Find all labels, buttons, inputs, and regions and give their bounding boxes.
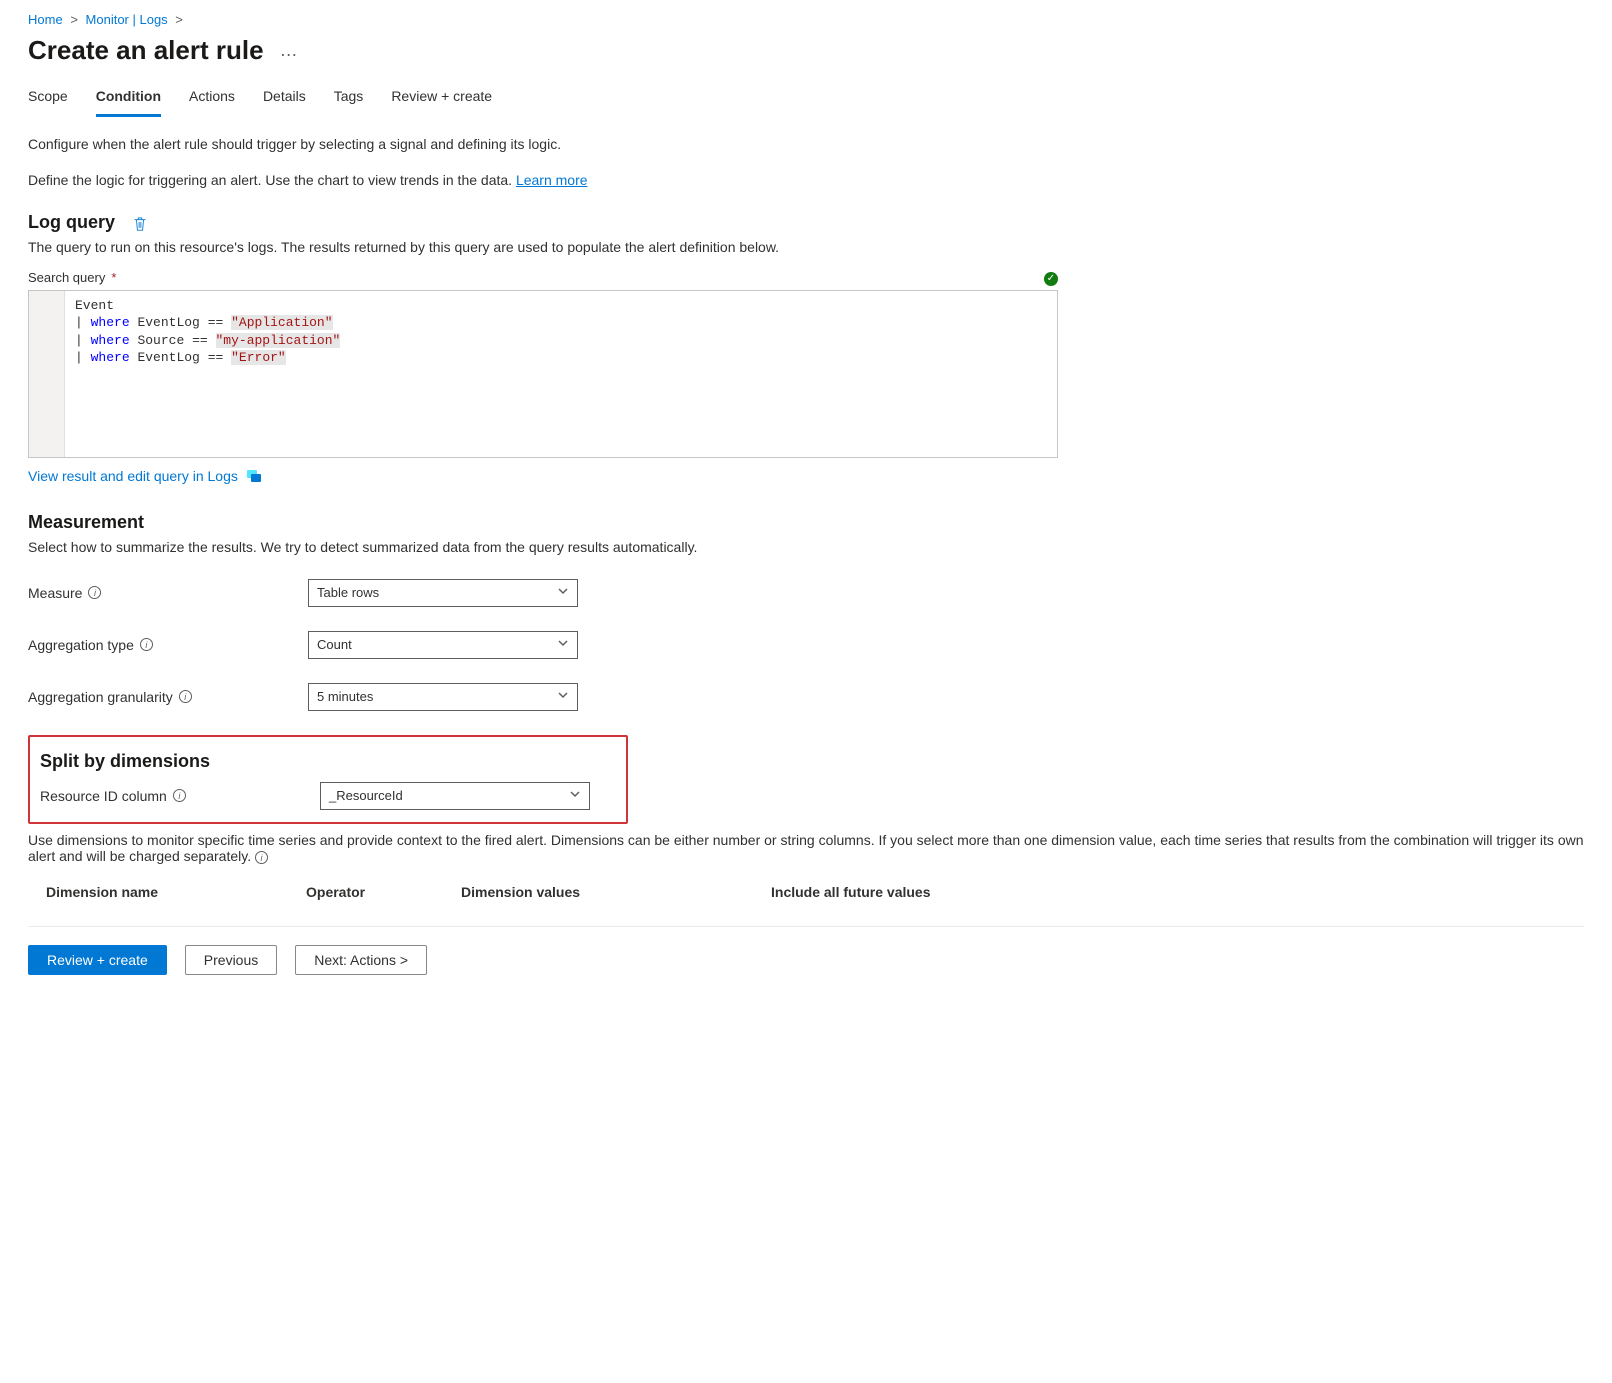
footer-bar: Review + create Previous Next: Actions > bbox=[28, 926, 1584, 975]
search-query-editor[interactable]: Event | where EventLog == "Application" … bbox=[28, 290, 1058, 458]
breadcrumb-monitor-logs[interactable]: Monitor | Logs bbox=[86, 12, 168, 27]
code-pipe: | bbox=[75, 333, 83, 348]
review-create-button[interactable]: Review + create bbox=[28, 945, 167, 975]
code-ident: EventLog bbox=[137, 315, 199, 330]
delete-query-icon[interactable] bbox=[133, 216, 147, 235]
condition-intro-1: Configure when the alert rule should tri… bbox=[28, 135, 1584, 155]
breadcrumb-sep: > bbox=[70, 12, 78, 27]
aggregation-type-value: Count bbox=[317, 637, 352, 652]
col-include-future: Include all future values bbox=[771, 884, 931, 900]
log-query-description: The query to run on this resource's logs… bbox=[28, 239, 1058, 255]
dimensions-table-header: Dimension name Operator Dimension values… bbox=[28, 884, 1584, 900]
info-icon[interactable]: i bbox=[173, 789, 186, 802]
code-op: == bbox=[192, 333, 208, 348]
code-keyword: where bbox=[91, 333, 130, 348]
tab-actions[interactable]: Actions bbox=[189, 82, 235, 117]
col-dimension-name: Dimension name bbox=[46, 884, 306, 900]
breadcrumb: Home > Monitor | Logs > bbox=[28, 12, 1584, 27]
col-dimension-values: Dimension values bbox=[461, 884, 771, 900]
measurement-description: Select how to summarize the results. We … bbox=[28, 539, 1584, 555]
code-keyword: where bbox=[91, 350, 130, 365]
learn-more-link[interactable]: Learn more bbox=[516, 172, 588, 188]
info-icon[interactable]: i bbox=[179, 690, 192, 703]
split-by-dimensions-highlight: Split by dimensions Resource ID column i… bbox=[28, 735, 628, 824]
info-icon[interactable]: i bbox=[140, 638, 153, 651]
code-op: == bbox=[208, 315, 224, 330]
tab-condition[interactable]: Condition bbox=[96, 82, 161, 117]
tabs: Scope Condition Actions Details Tags Rev… bbox=[28, 82, 1584, 117]
resource-id-column-select[interactable]: _ResourceId bbox=[320, 782, 590, 810]
info-icon[interactable]: i bbox=[255, 851, 268, 864]
measurement-heading: Measurement bbox=[28, 512, 1584, 533]
condition-intro-2-text: Define the logic for triggering an alert… bbox=[28, 172, 516, 188]
condition-intro-2: Define the logic for triggering an alert… bbox=[28, 171, 1584, 191]
code-string: "Error" bbox=[231, 350, 286, 365]
code-keyword: where bbox=[91, 315, 130, 330]
aggregation-type-label: Aggregation type bbox=[28, 637, 134, 653]
query-validated-icon: ✓ bbox=[1044, 269, 1058, 286]
view-in-logs-link[interactable]: View result and edit query in Logs bbox=[28, 468, 238, 484]
resource-id-column-value: _ResourceId bbox=[329, 788, 403, 803]
aggregation-granularity-label: Aggregation granularity bbox=[28, 689, 173, 705]
code-string: "Application" bbox=[231, 315, 332, 330]
split-heading: Split by dimensions bbox=[40, 751, 616, 772]
code-pipe: | bbox=[75, 315, 83, 330]
code-ident: EventLog bbox=[137, 350, 199, 365]
code-pipe: | bbox=[75, 350, 83, 365]
tab-review-create[interactable]: Review + create bbox=[391, 82, 492, 117]
code-op: == bbox=[208, 350, 224, 365]
breadcrumb-sep: > bbox=[175, 12, 183, 27]
next-actions-button[interactable]: Next: Actions > bbox=[295, 945, 427, 975]
chevron-down-icon bbox=[569, 788, 581, 803]
breadcrumb-home[interactable]: Home bbox=[28, 12, 63, 27]
code-string: "my-application" bbox=[216, 333, 341, 348]
aggregation-granularity-value: 5 minutes bbox=[317, 689, 373, 704]
chevron-down-icon bbox=[557, 689, 569, 704]
chevron-down-icon bbox=[557, 637, 569, 652]
measure-select[interactable]: Table rows bbox=[308, 579, 578, 607]
tab-details[interactable]: Details bbox=[263, 82, 306, 117]
info-icon[interactable]: i bbox=[88, 586, 101, 599]
resource-id-column-label: Resource ID column bbox=[40, 788, 167, 804]
required-star-icon: * bbox=[111, 270, 116, 285]
measure-label: Measure bbox=[28, 585, 82, 601]
aggregation-type-select[interactable]: Count bbox=[308, 631, 578, 659]
chevron-down-icon bbox=[557, 585, 569, 600]
editor-body[interactable]: Event | where EventLog == "Application" … bbox=[29, 291, 1057, 457]
measure-value: Table rows bbox=[317, 585, 379, 600]
log-query-heading: Log query bbox=[28, 212, 115, 233]
aggregation-granularity-select[interactable]: 5 minutes bbox=[308, 683, 578, 711]
col-operator: Operator bbox=[306, 884, 461, 900]
page-title: Create an alert rule bbox=[28, 35, 264, 66]
tab-scope[interactable]: Scope bbox=[28, 82, 68, 117]
code-ident: Source bbox=[137, 333, 184, 348]
search-query-label: Search query bbox=[28, 270, 105, 285]
editor-gutter bbox=[29, 291, 65, 457]
previous-button[interactable]: Previous bbox=[185, 945, 277, 975]
logs-icon bbox=[246, 469, 262, 483]
tab-tags[interactable]: Tags bbox=[334, 82, 364, 117]
split-description: Use dimensions to monitor specific time … bbox=[28, 832, 1584, 865]
code-token: Event bbox=[75, 298, 114, 313]
more-actions-button[interactable]: … bbox=[280, 40, 300, 61]
